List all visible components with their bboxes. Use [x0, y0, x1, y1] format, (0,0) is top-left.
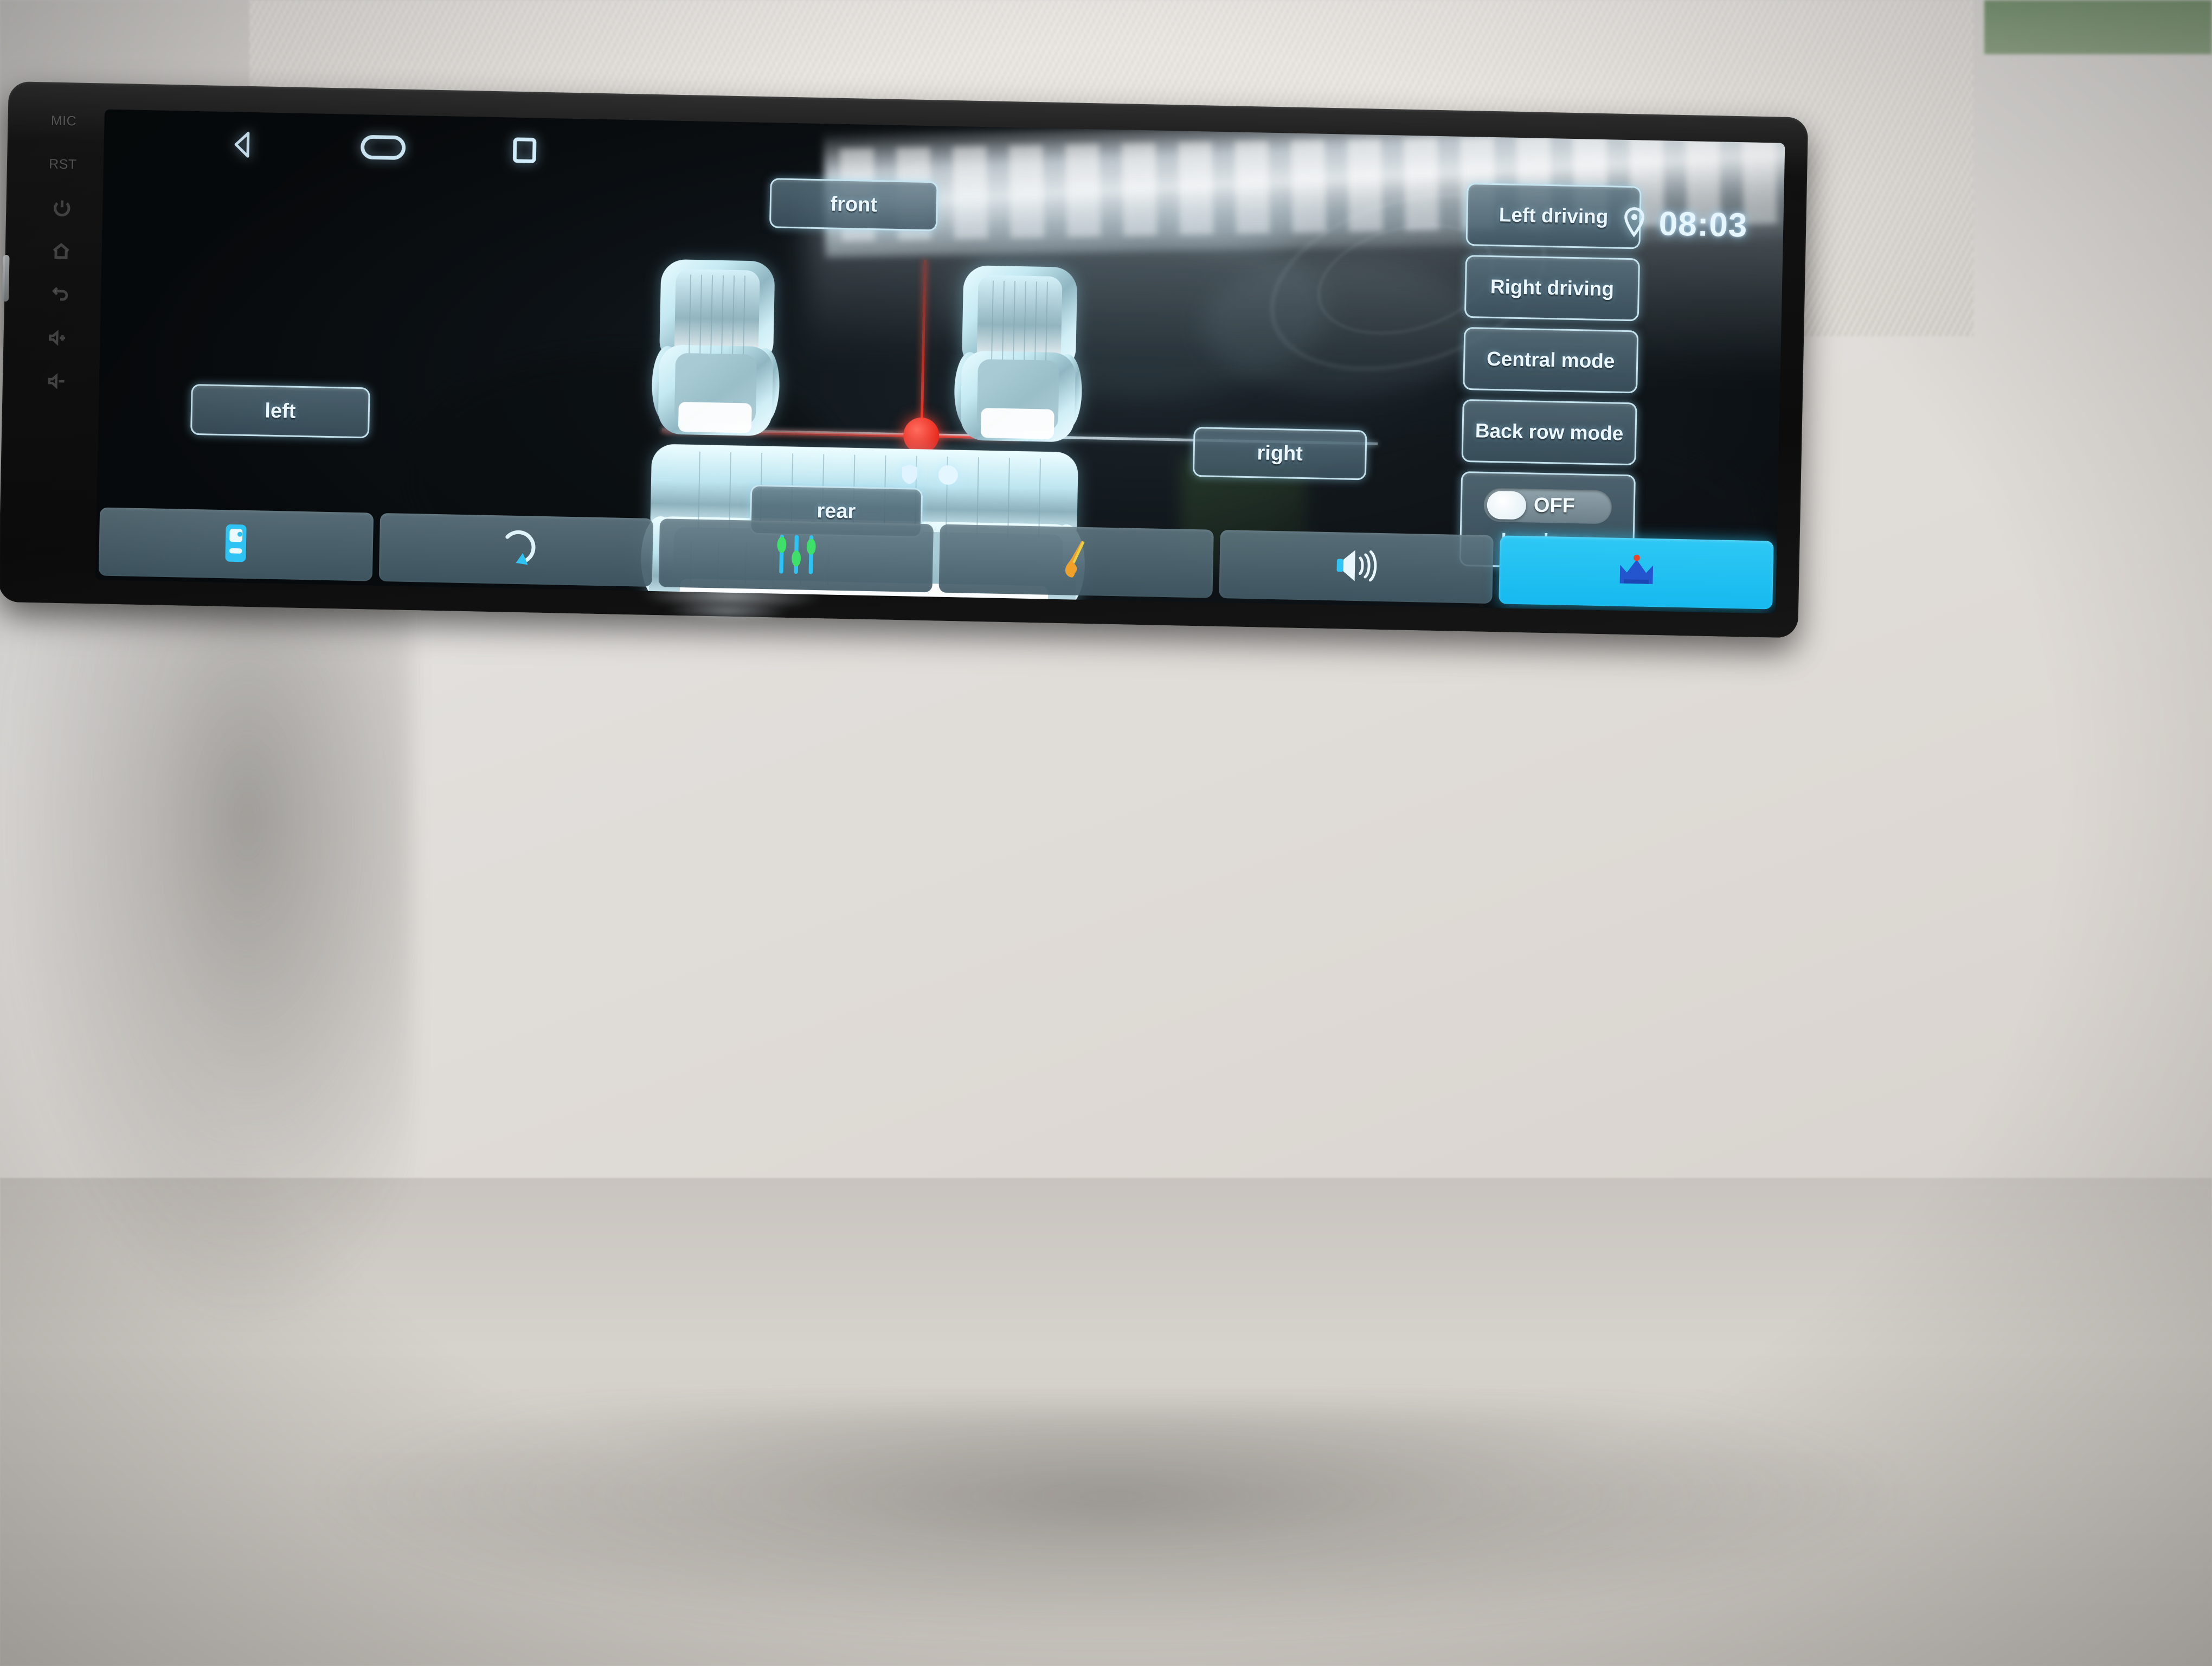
volume-up-icon[interactable]	[24, 328, 95, 348]
car-head-unit-device: MIC RST 08:03 front rear left right Left…	[0, 81, 1809, 638]
vertical-axis-red	[920, 260, 927, 439]
tab-equalizer[interactable]	[658, 518, 934, 593]
mic-label: MIC	[50, 113, 77, 129]
preset-label: Right driving	[1490, 275, 1615, 300]
clock-time: 08:03	[1658, 205, 1748, 245]
back-icon[interactable]	[228, 130, 257, 159]
home-icon[interactable]	[25, 241, 97, 261]
tab-volume[interactable]	[1219, 530, 1494, 604]
tab-sound-effect[interactable]	[1499, 535, 1774, 610]
equalizer-icon	[773, 532, 820, 579]
back-icon[interactable]	[25, 285, 96, 305]
background-shadow-bottom	[325, 1406, 1898, 1633]
right-button[interactable]: right	[1192, 426, 1367, 480]
preset-central-mode[interactable]: Central mode	[1463, 326, 1639, 394]
preset-right-driving[interactable]: Right driving	[1464, 254, 1641, 322]
tab-balance-fader[interactable]	[98, 507, 374, 581]
status-icon-group	[898, 463, 959, 486]
shield-icon	[898, 463, 921, 486]
power-icon[interactable]	[27, 198, 98, 218]
hardware-button-column: MIC RST	[14, 105, 105, 584]
preset-back-row-mode[interactable]: Back row mode	[1461, 399, 1637, 466]
device-side-slot	[2, 254, 10, 302]
circle-icon	[936, 464, 959, 487]
loudness-toggle[interactable]: OFF	[1483, 488, 1612, 524]
front-right-seat	[954, 265, 1082, 442]
preset-label: Central mode	[1486, 347, 1615, 373]
crown-icon	[1615, 553, 1657, 592]
left-button-label: left	[264, 399, 296, 423]
front-left-seat	[652, 259, 780, 436]
reset-icon	[495, 526, 537, 574]
preset-label: Back row mode	[1475, 419, 1624, 445]
right-button-label: right	[1257, 441, 1303, 465]
lcd-screen[interactable]: 08:03 front rear left right Left driving…	[95, 109, 1785, 614]
loudness-toggle-state: OFF	[1533, 494, 1576, 518]
volume-down-icon[interactable]	[23, 371, 94, 392]
home-icon[interactable]	[358, 132, 408, 163]
tab-instrument[interactable]	[938, 524, 1214, 598]
loudness-toggle-knob[interactable]	[1487, 490, 1527, 520]
background-green-strip	[1984, 0, 2212, 54]
balance-fader-icon	[218, 522, 253, 566]
instrument-icon	[1059, 537, 1094, 585]
status-clock: 08:03	[1622, 204, 1748, 245]
preset-label: Left driving	[1499, 203, 1609, 228]
front-button-label: front	[830, 192, 878, 216]
tab-reset[interactable]	[378, 512, 654, 587]
volume-icon	[1333, 545, 1380, 589]
reset-label: RST	[48, 156, 77, 172]
recents-icon[interactable]	[509, 135, 540, 166]
location-pin-icon	[1622, 206, 1647, 241]
left-button[interactable]: left	[190, 383, 370, 439]
